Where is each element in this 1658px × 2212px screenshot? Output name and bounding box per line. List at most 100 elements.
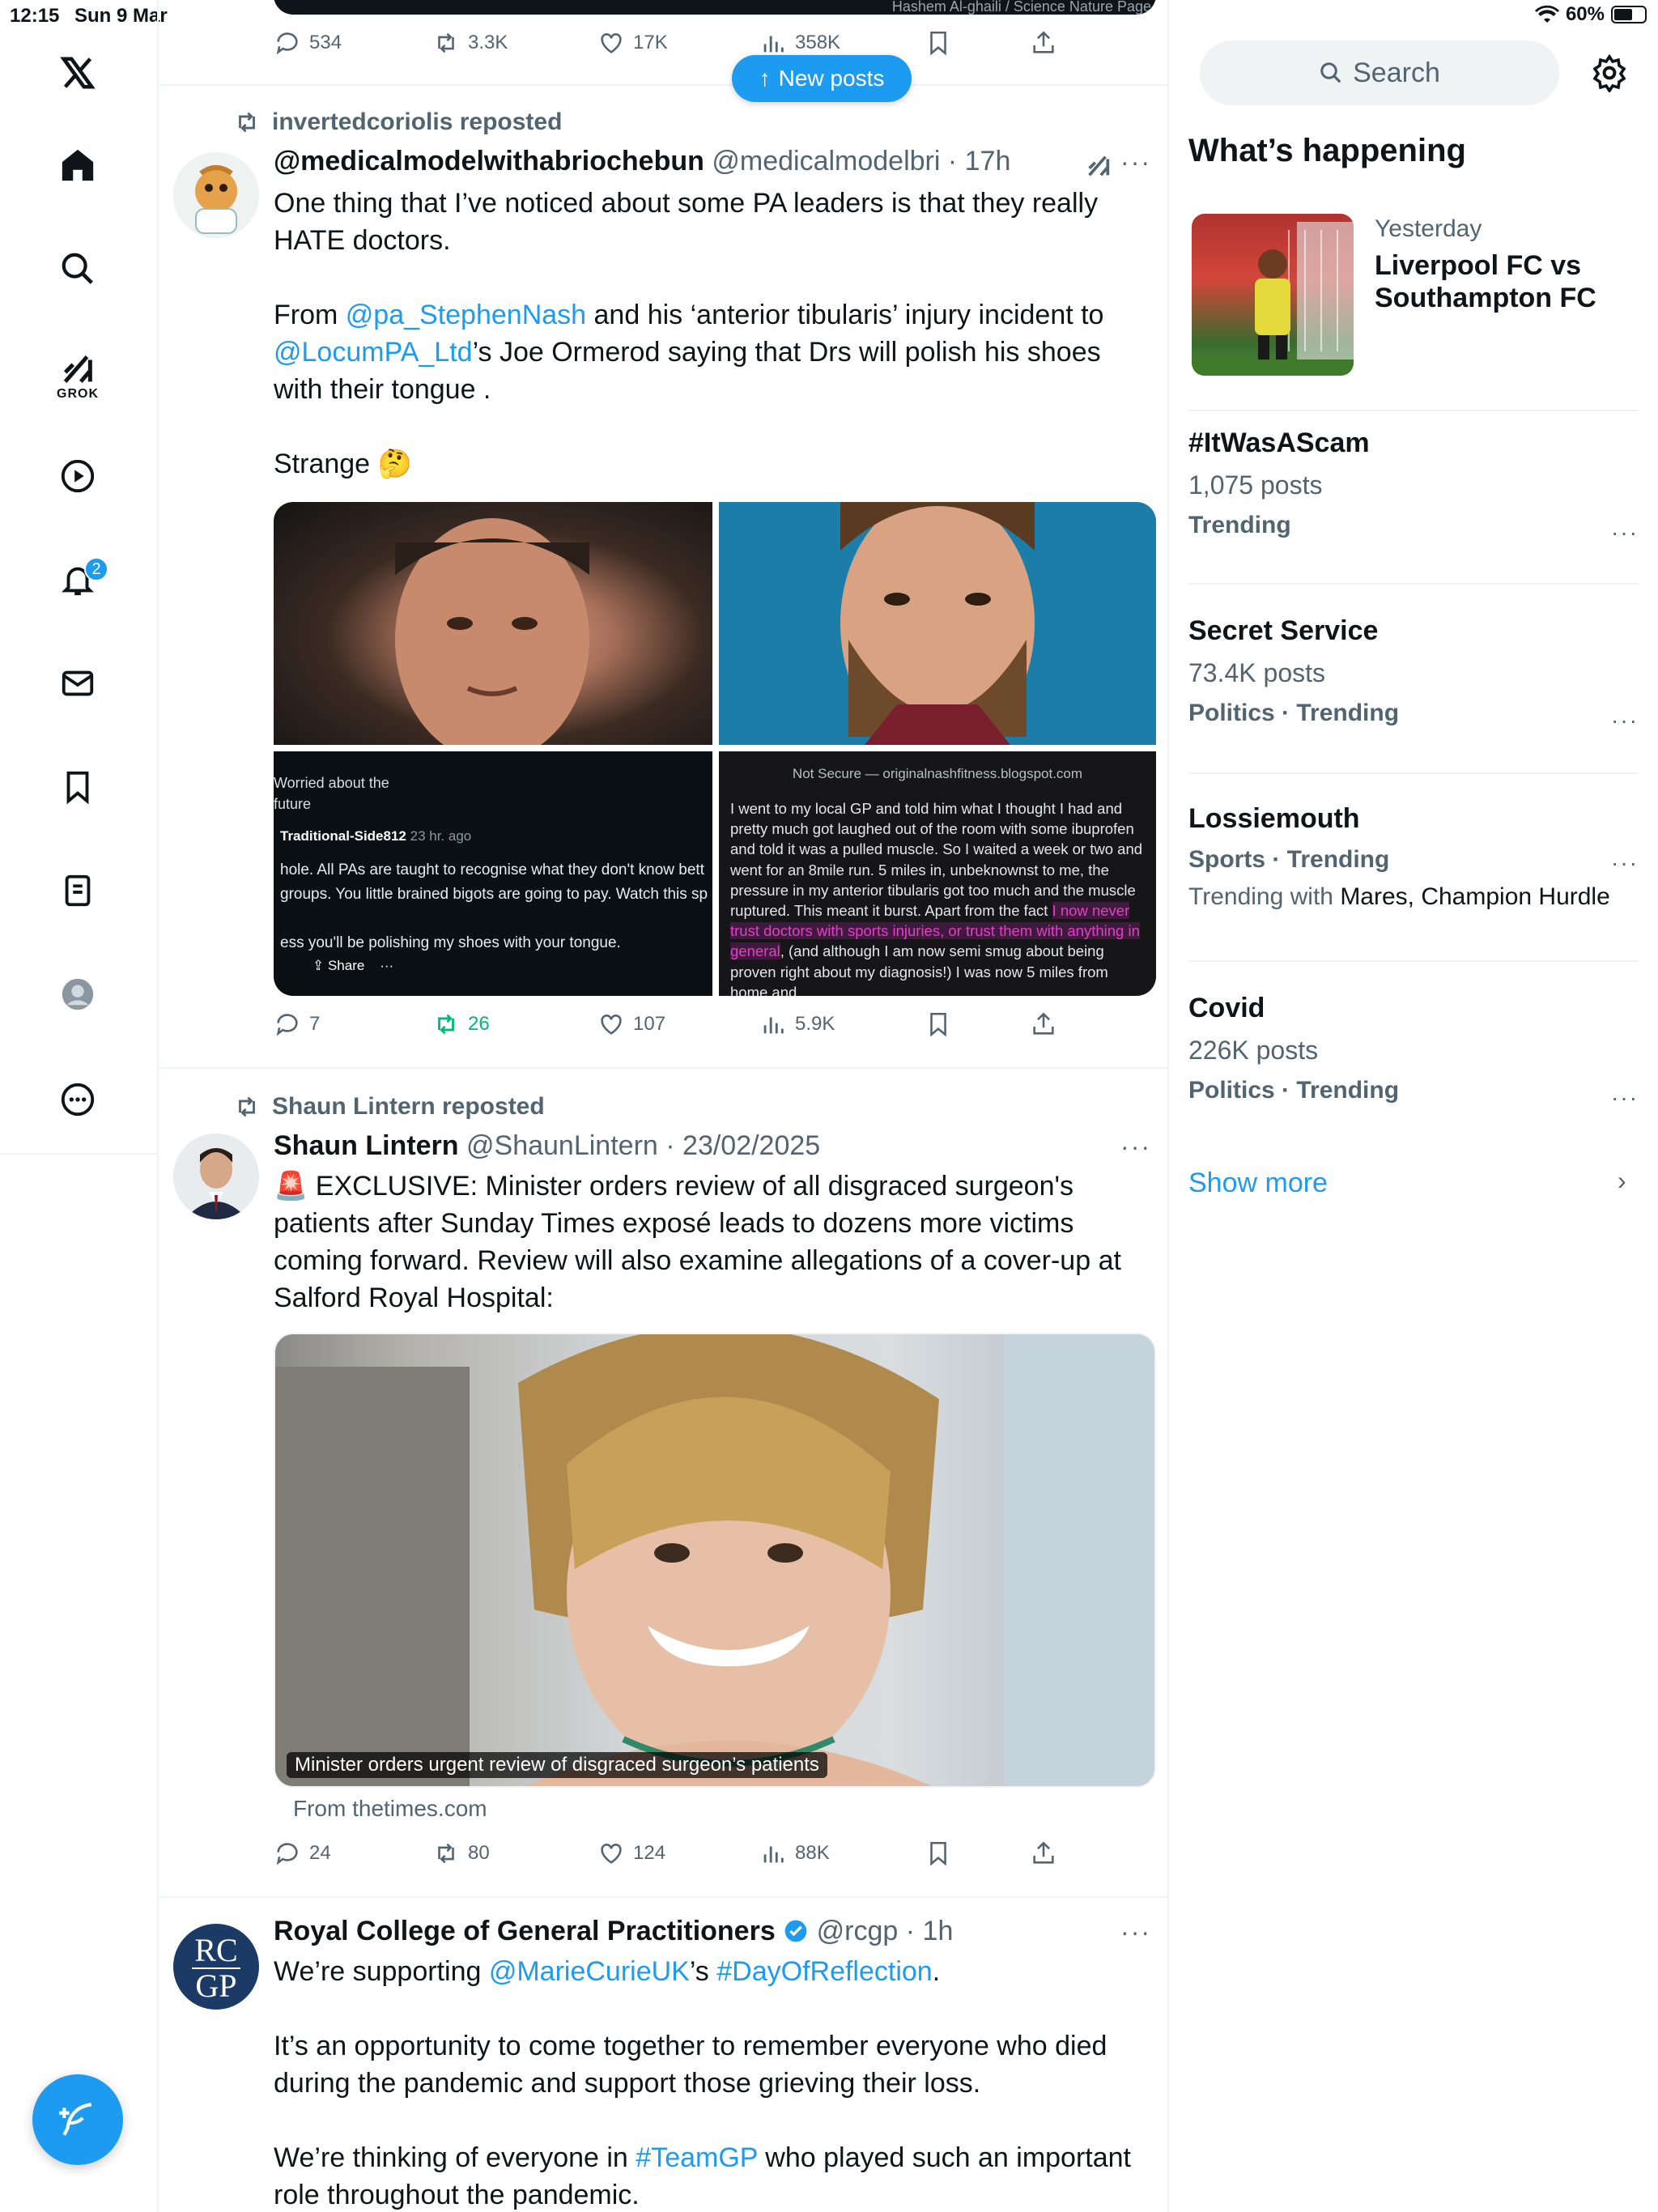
heart-icon (601, 33, 622, 53)
media-blog-screenshot[interactable]: Not Secure — originalnashfitness.blogspo… (719, 751, 1156, 996)
post-time[interactable]: 23/02/2025 (682, 1130, 820, 1161)
compose-post-button[interactable] (32, 2074, 123, 2165)
trend-category: Politics · Trending (1188, 1077, 1400, 1104)
reply-button[interactable]: 24 (274, 1840, 331, 1867)
view-count: 88K (795, 1842, 830, 1864)
search-input[interactable]: Search (1200, 40, 1559, 105)
post2-actions: 24 80 124 88K (274, 1840, 1148, 1875)
mention-link[interactable]: @MarieCurieUK (489, 1956, 690, 1987)
video-play-icon[interactable] (52, 450, 104, 502)
share-button[interactable] (1030, 1840, 1057, 1867)
trend-topic: #ItWasAScam (1188, 428, 1370, 458)
share-button[interactable] (1030, 1010, 1057, 1038)
avatar[interactable]: RC GP (173, 1924, 259, 2010)
post-text-paragraph: We’re supporting @MarieCurieUK’s #DayOfR… (274, 1953, 1156, 1990)
reply-icon (276, 32, 298, 55)
grok-label: GROK (57, 387, 99, 401)
bookmark-button[interactable] (925, 29, 952, 57)
mention-link[interactable]: @pa_StephenNash (346, 300, 586, 330)
bookmark-button[interactable] (925, 1840, 952, 1867)
post-more-options[interactable]: ··· (1120, 1917, 1151, 1947)
views-button[interactable]: 358K (759, 29, 840, 57)
avatar[interactable] (173, 1134, 259, 1219)
author-name[interactable]: Royal College of General Practitioners (274, 1916, 776, 1946)
views-button[interactable]: 88K (759, 1840, 830, 1867)
repost-attribution-label[interactable]: Shaun Lintern reposted (272, 1093, 545, 1121)
show-more-link[interactable]: Show more (1188, 1168, 1328, 1199)
author-handle[interactable]: @rcgp (817, 1916, 899, 1946)
more-options-icon[interactable] (52, 1074, 104, 1125)
top-post-media-caption: Hashem Al-ghaili / Science Nature Page (891, 0, 1151, 15)
post1-actions: 7 26 107 5.9K (274, 1010, 1148, 1046)
settings-gear-icon[interactable] (1590, 53, 1629, 92)
bookmarks-icon[interactable] (52, 761, 104, 813)
arrow-up-icon: ↑ (759, 66, 771, 91)
link-card-source[interactable]: From thetimes.com (293, 1796, 487, 1822)
share-button[interactable] (1030, 29, 1057, 57)
trend-item[interactable]: Covid 226K posts Politics · Trending ··· (1188, 993, 1639, 1110)
repost-button[interactable]: 80 (432, 1840, 490, 1867)
trend-category: Trending (1188, 512, 1291, 538)
right-sidebar: Search What’s happening Yesterday Liverp… (1169, 0, 1658, 2212)
media-photo-man-2[interactable] (719, 502, 1156, 745)
post-time[interactable]: 17h (965, 146, 1011, 177)
reply-icon (276, 1843, 298, 1865)
post-more-options[interactable]: ··· (1120, 1132, 1151, 1162)
lists-icon[interactable] (52, 865, 104, 917)
like-button[interactable]: 17K (597, 29, 668, 57)
bookmark-button[interactable] (925, 1010, 952, 1038)
post-text-run: ’s (689, 1956, 717, 1987)
reply-count: 24 (309, 1842, 331, 1864)
trend-item[interactable]: Lossiemouth Sports · Trending Trending w… (1188, 803, 1639, 911)
featured-trend-image[interactable] (1192, 214, 1354, 376)
like-button[interactable]: 124 (597, 1840, 665, 1867)
trend-more-options[interactable]: ··· (1611, 1085, 1639, 1111)
hashtag-link[interactable]: #DayOfReflection (716, 1956, 932, 1987)
reddit-user-line: Traditional-Side812 23 hr. ago (280, 826, 471, 847)
link-card-caption: Minister orders urgent review of disgrac… (287, 1752, 827, 1778)
hashtag-link[interactable]: #TeamGP (636, 2142, 758, 2173)
repost-attribution-label[interactable]: invertedcoriolis reposted (272, 108, 562, 136)
trend-more-options[interactable]: ··· (1611, 520, 1639, 546)
trend-more-options[interactable]: ··· (1611, 850, 1639, 876)
blog-text-run: I went to my local GP and told him what … (730, 800, 1143, 920)
media-reddit-screenshot[interactable]: Worried about the future Traditional-Side… (274, 751, 712, 996)
like-count: 107 (633, 1013, 666, 1035)
trend-more-options[interactable]: ··· (1611, 708, 1639, 734)
profile-avatar-icon[interactable] (52, 968, 104, 1020)
link-card-image[interactable]: Minister orders urgent review of disgrac… (274, 1333, 1156, 1788)
featured-trend-when: Yesterday (1375, 215, 1482, 242)
home-icon[interactable] (52, 139, 104, 191)
media-photo-man-1[interactable] (274, 502, 712, 745)
reddit-title: Worried about the future (274, 772, 389, 815)
author-name[interactable]: @medicalmodelwithabriochebun (274, 146, 704, 177)
like-button[interactable]: 107 (597, 1010, 665, 1038)
share-icon (1033, 31, 1054, 53)
post-more-options[interactable]: ··· (1120, 147, 1151, 177)
avatar[interactable] (173, 152, 259, 238)
chevron-right-icon: › (1618, 1166, 1626, 1195)
explore-search-icon[interactable] (52, 243, 104, 295)
reddit-comment-line: ess you'll be polishing my shoes with yo… (280, 934, 621, 951)
trend-item[interactable]: #ItWasAScam 1,075 posts Trending ··· (1188, 428, 1639, 545)
reply-button[interactable]: 534 (274, 29, 342, 57)
featured-trend-title[interactable]: Liverpool FC vs Southampton FC (1375, 249, 1642, 314)
author-handle[interactable]: @medicalmodelbri (712, 146, 940, 177)
repost-count: 80 (468, 1842, 490, 1864)
repost-icon (438, 1843, 454, 1864)
reply-button[interactable]: 7 (274, 1010, 320, 1038)
author-handle[interactable]: @ShaunLintern (466, 1130, 658, 1161)
x-logo-icon[interactable] (52, 47, 104, 99)
repost-button[interactable]: 3.3K (432, 29, 508, 57)
author-name[interactable]: Shaun Lintern (274, 1130, 459, 1161)
messages-envelope-icon[interactable] (52, 657, 104, 709)
trend-item[interactable]: Secret Service 73.4K posts Politics · Tr… (1188, 615, 1639, 733)
views-button[interactable]: 5.9K (759, 1010, 835, 1038)
new-posts-pill[interactable]: ↑ New posts (732, 55, 912, 102)
post-time[interactable]: 1h (923, 1916, 954, 1946)
repost-button[interactable]: 26 (432, 1010, 490, 1038)
repost-count: 3.3K (468, 32, 508, 53)
top-post-media[interactable]: Hashem Al-ghaili / Science Nature Page (274, 0, 1156, 15)
mention-link[interactable]: @LocumPA_Ltd (274, 337, 473, 368)
grok-post-icon[interactable] (1085, 152, 1112, 184)
